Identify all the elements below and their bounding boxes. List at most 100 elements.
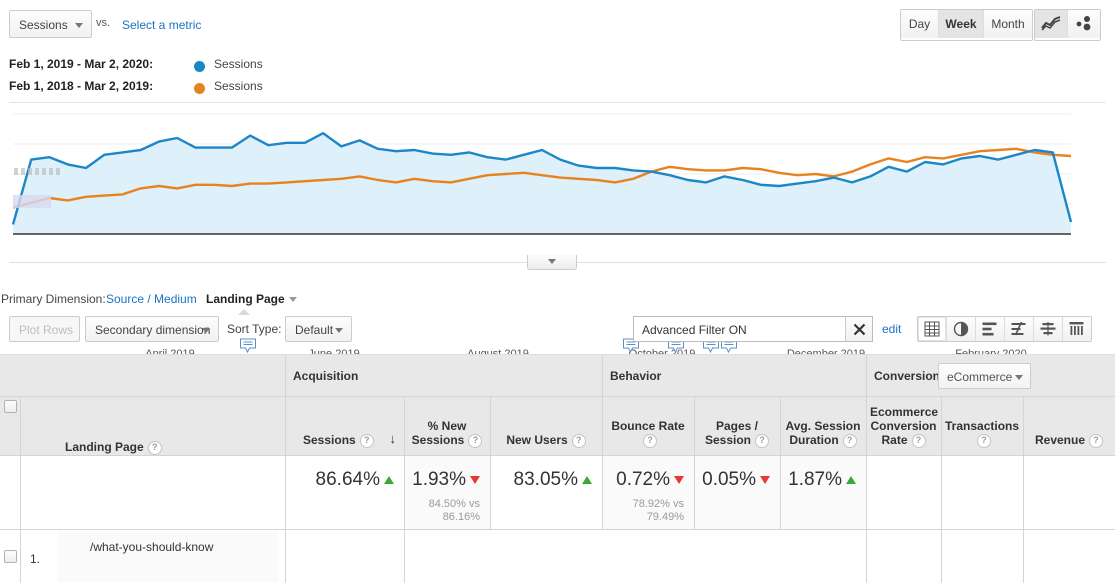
primary-dimension-landing-page[interactable]: Landing Page (206, 292, 297, 306)
group-header-behavior: Behavior (602, 355, 866, 396)
column-divider (1023, 530, 1024, 583)
summary-value-avg-session-duration: 1.87% (788, 469, 856, 491)
help-icon[interactable]: ? (1089, 434, 1104, 448)
y-axis-label-obscured (14, 168, 62, 175)
table-view-icon (924, 321, 940, 337)
edit-filter-link[interactable]: edit (882, 322, 901, 336)
granularity-day-button[interactable]: Day (901, 10, 939, 38)
select-all-checkbox[interactable] (4, 400, 17, 413)
group-header-acquisition: Acquisition (285, 355, 602, 396)
column-divider (694, 396, 695, 456)
help-icon[interactable]: ? (911, 434, 926, 448)
legend-divider (9, 102, 1106, 103)
column-divider (285, 355, 286, 396)
line-chart-icon (1041, 16, 1061, 31)
pie-view-button[interactable] (947, 317, 976, 341)
column-divider (780, 396, 781, 456)
column-divider (694, 456, 695, 530)
column-divider (20, 456, 21, 530)
legend-dot-current (194, 61, 205, 72)
sort-type-label: Sort Type: (227, 322, 282, 336)
column-header-sessions-label: Sessions? (285, 433, 404, 448)
comparison-view-icon (1040, 322, 1056, 336)
table-group-header-row: Acquisition Behavior Conversions eCommer… (0, 355, 1115, 396)
granularity-toggle-group: Day Week Month (900, 9, 1033, 41)
column-header-sessions[interactable]: Sessions? ↓ (285, 396, 404, 456)
group-header-behavior-label: Behavior (610, 369, 662, 383)
motion-chart-view-button[interactable] (1068, 10, 1100, 38)
chevron-down-icon (548, 259, 556, 264)
table-filter-input[interactable]: Advanced Filter ON (633, 316, 873, 342)
pivot-view-button[interactable] (1063, 317, 1091, 341)
help-icon[interactable]: ? (468, 434, 483, 448)
metric-select[interactable]: Sessions (9, 10, 92, 38)
sort-type-select[interactable]: Default (285, 316, 352, 342)
report-data-table: Acquisition Behavior Conversions eCommer… (0, 354, 1115, 583)
table-summary-row: 86.64% 1.93% 84.50% vs 86.16% 83.05% 0.7… (0, 456, 1115, 530)
secondary-dimension-button[interactable]: Secondary dimension (85, 316, 219, 342)
column-divider (866, 396, 867, 456)
summary-cell-ecommerce-conversion-rate (866, 456, 941, 530)
trend-up-icon (846, 475, 856, 484)
column-divider (20, 396, 21, 456)
help-icon[interactable]: ? (643, 434, 657, 448)
select-a-metric-link[interactable]: Select a metric (122, 18, 201, 32)
column-divider (404, 530, 405, 583)
help-icon[interactable]: ? (842, 434, 857, 448)
legend-date-range-previous: Feb 1, 2018 - Mar 2, 2019: (9, 79, 154, 93)
primary-dimension-landing-page-label: Landing Page (206, 292, 285, 306)
row-select-checkbox[interactable] (4, 550, 17, 563)
sort-descending-icon[interactable]: ↓ (390, 431, 397, 446)
summary-value-new-sessions-pct: 1.93% (412, 469, 480, 491)
help-icon[interactable]: ? (571, 434, 586, 448)
trend-down-icon (760, 475, 770, 484)
chart-collapse-toggle[interactable] (527, 255, 577, 270)
column-divider (941, 396, 942, 456)
conversions-goal-select[interactable]: eCommerce (938, 363, 1031, 389)
summary-cell-revenue (1023, 456, 1115, 530)
primary-dimension-source-medium[interactable]: Source / Medium (106, 292, 197, 306)
conversions-goal-value: eCommerce (947, 370, 1013, 384)
legend-metric-previous: Sessions (214, 79, 263, 93)
summary-cell-sessions: 86.64% (285, 456, 404, 530)
column-divider (1023, 456, 1024, 530)
help-icon[interactable]: ? (359, 434, 374, 448)
pie-view-icon (953, 321, 969, 337)
view-type-toggle-group (917, 316, 1092, 342)
bar-view-icon (982, 322, 997, 336)
column-header-revenue[interactable]: Revenue? (1023, 396, 1115, 456)
column-header-ecommerce-conversion-rate[interactable]: Ecommerce Conversion Rate? (866, 396, 941, 456)
column-header-landing-page[interactable]: Landing Page? (20, 396, 285, 456)
plot-rows-button[interactable]: Plot Rows (9, 316, 80, 342)
clear-filter-button[interactable] (845, 316, 873, 342)
line-chart-view-button[interactable] (1035, 10, 1068, 38)
column-header-transactions[interactable]: Transactions? (941, 396, 1023, 456)
chart-canvas (11, 113, 1073, 235)
column-divider (602, 355, 603, 396)
column-header-new-sessions-pct[interactable]: % New Sessions? (404, 396, 490, 456)
table-view-button[interactable] (918, 317, 947, 341)
help-icon[interactable]: ? (755, 434, 770, 448)
column-header-transactions-label: Transactions? (941, 419, 1023, 448)
primary-dimension-bar: Primary Dimension: Source / Medium Landi… (0, 292, 1115, 312)
performance-view-button[interactable] (1005, 317, 1034, 341)
column-header-bounce-rate[interactable]: Bounce Rate? (602, 396, 694, 456)
column-divider (941, 456, 942, 530)
column-header-pages-per-session[interactable]: Pages / Session? (694, 396, 780, 456)
row-landing-page-link[interactable]: /what-you-should-know (90, 540, 213, 554)
help-icon[interactable]: ? (147, 440, 162, 455)
column-header-avg-session-duration[interactable]: Avg. Session Duration? (780, 396, 866, 456)
column-header-new-users[interactable]: New Users? (490, 396, 602, 456)
column-divider (285, 456, 286, 530)
help-icon[interactable]: ? (977, 434, 991, 448)
granularity-week-button[interactable]: Week (939, 10, 984, 38)
bar-view-button[interactable] (976, 317, 1005, 341)
comparison-view-button[interactable] (1034, 317, 1063, 341)
table-row[interactable]: 1. /what-you-should-know (0, 530, 1115, 583)
summary-cell-transactions (941, 456, 1023, 530)
granularity-month-button[interactable]: Month (984, 10, 1032, 38)
sessions-timeline-chart[interactable]: April 2019 June 2019 August 2019 October 20… (0, 106, 1115, 360)
chevron-down-icon (202, 328, 210, 333)
primary-dimension-label: Primary Dimension: (1, 292, 106, 306)
column-header-bounce-rate-label: Bounce Rate? (602, 419, 694, 448)
